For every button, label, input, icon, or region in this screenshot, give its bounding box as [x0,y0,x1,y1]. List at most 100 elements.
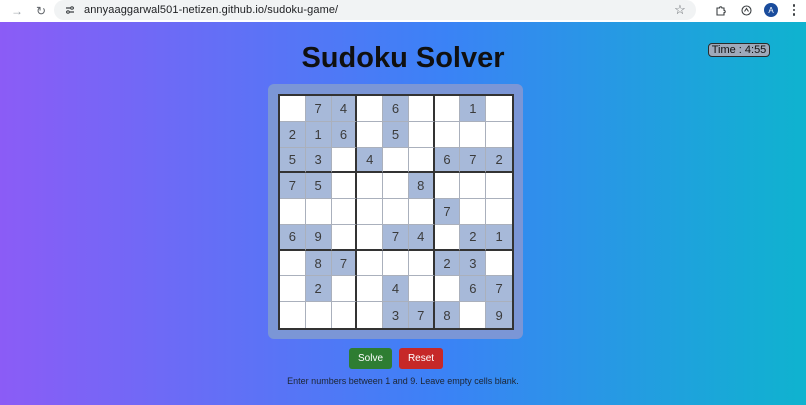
url-text[interactable]: annyaaggarwal501-netizen.github.io/sudok… [84,4,338,16]
instructions-text: Enter numbers between 1 and 9. Leave emp… [287,376,519,386]
sudoku-cell-r5-c7[interactable]: 7 [434,199,461,225]
sudoku-cell-r8-c8[interactable]: 6 [460,276,487,303]
sudoku-cell-r9-c5[interactable]: 3 [383,302,409,328]
sudoku-cell-r3-c4[interactable]: 4 [357,147,384,174]
reload-icon[interactable]: ↻ [32,2,50,20]
sudoku-cell-r2-c8[interactable] [460,121,487,148]
sudoku-cell-r9-c4[interactable] [357,302,384,328]
page-title: Sudoku Solver [301,42,505,74]
sudoku-cell-r6-c6[interactable]: 4 [408,224,435,251]
sudoku-cell-r3-c2[interactable]: 3 [305,147,332,174]
sudoku-cell-r7-c1[interactable] [280,250,306,277]
sudoku-cell-r6-c3[interactable] [331,224,358,251]
sudoku-cell-r8-c3[interactable] [331,276,358,303]
sudoku-cell-r3-c9[interactable]: 2 [486,147,512,174]
board-container: 746121655346727587697421872324673789 [268,84,523,339]
sudoku-cell-r9-c9[interactable]: 9 [486,302,512,328]
sudoku-cell-r9-c8[interactable] [460,302,487,328]
profile-avatar[interactable]: A [764,3,778,17]
sudoku-cell-r4-c9[interactable] [486,173,512,200]
sudoku-cell-r9-c6[interactable]: 7 [408,302,435,328]
sudoku-cell-r8-c2[interactable]: 2 [305,276,332,303]
sudoku-cell-r5-c1[interactable] [280,199,306,225]
sudoku-cell-r2-c4[interactable] [357,121,384,148]
site-settings-icon[interactable] [62,2,78,18]
sudoku-cell-r7-c6[interactable] [408,250,435,277]
sudoku-cell-r2-c3[interactable]: 6 [331,121,358,148]
sudoku-cell-r2-c1[interactable]: 2 [280,121,306,148]
sudoku-cell-r9-c1[interactable] [280,302,306,328]
sudoku-cell-r6-c1[interactable]: 6 [280,224,306,251]
sudoku-cell-r7-c9[interactable] [486,250,512,277]
browser-toolbar: → ↻ annyaaggarwal501-netizen.github.io/s… [0,0,806,22]
sudoku-cell-r1-c7[interactable] [434,96,461,122]
sudoku-cell-r3-c6[interactable] [408,147,435,174]
sudoku-cell-r7-c5[interactable] [383,250,409,277]
sudoku-cell-r3-c8[interactable]: 7 [460,147,487,174]
sudoku-cell-r2-c6[interactable] [408,121,435,148]
sudoku-cell-r4-c4[interactable] [357,173,384,200]
sudoku-cell-r4-c5[interactable] [383,173,409,200]
sudoku-cell-r5-c2[interactable] [305,199,332,225]
sudoku-cell-r2-c9[interactable] [486,121,512,148]
sudoku-cell-r4-c7[interactable] [434,173,461,200]
sudoku-cell-r8-c5[interactable]: 4 [383,276,409,303]
sudoku-cell-r3-c1[interactable]: 5 [280,147,306,174]
sudoku-cell-r6-c2[interactable]: 9 [305,224,332,251]
sudoku-cell-r6-c9[interactable]: 1 [486,224,512,251]
sudoku-cell-r5-c6[interactable] [408,199,435,225]
sudoku-cell-r4-c1[interactable]: 7 [280,173,306,200]
sudoku-cell-r3-c7[interactable]: 6 [434,147,461,174]
extensions-icon[interactable] [712,2,728,18]
sudoku-cell-r7-c3[interactable]: 7 [331,250,358,277]
sudoku-cell-r5-c8[interactable] [460,199,487,225]
sudoku-cell-r4-c2[interactable]: 5 [305,173,332,200]
sudoku-cell-r1-c6[interactable] [408,96,435,122]
sudoku-cell-r7-c7[interactable]: 2 [434,250,461,277]
sudoku-cell-r1-c5[interactable]: 6 [383,96,409,122]
sudoku-cell-r5-c4[interactable] [357,199,384,225]
chrome-labs-icon[interactable] [738,2,754,18]
sudoku-cell-r6-c7[interactable] [434,224,461,251]
back-arrow-icon[interactable]: → [8,2,26,20]
sudoku-cell-r5-c3[interactable] [331,199,358,225]
sudoku-cell-r9-c3[interactable] [331,302,358,328]
sudoku-cell-r3-c5[interactable] [383,147,409,174]
sudoku-cell-r4-c8[interactable] [460,173,487,200]
sudoku-board: 746121655346727587697421872324673789 [278,94,514,330]
kebab-menu-icon[interactable] [788,4,800,16]
sudoku-cell-r2-c7[interactable] [434,121,461,148]
sudoku-cell-r1-c2[interactable]: 7 [305,96,332,122]
sudoku-cell-r1-c1[interactable] [280,96,306,122]
sudoku-cell-r1-c8[interactable]: 1 [460,96,487,122]
sudoku-cell-r6-c4[interactable] [357,224,384,251]
sudoku-cell-r4-c3[interactable] [331,173,358,200]
sudoku-cell-r8-c6[interactable] [408,276,435,303]
sudoku-cell-r7-c2[interactable]: 8 [305,250,332,277]
sudoku-cell-r7-c8[interactable]: 3 [460,250,487,277]
sudoku-cell-r5-c5[interactable] [383,199,409,225]
sudoku-cell-r4-c6[interactable]: 8 [408,173,435,200]
sudoku-cell-r1-c4[interactable] [357,96,384,122]
sudoku-cell-r5-c9[interactable] [486,199,512,225]
sudoku-cell-r2-c5[interactable]: 5 [383,121,409,148]
bookmark-star-icon[interactable]: ☆ [672,2,688,18]
sudoku-cell-r1-c9[interactable] [486,96,512,122]
sudoku-cell-r1-c3[interactable]: 4 [331,96,358,122]
sudoku-cell-r9-c2[interactable] [305,302,332,328]
sudoku-cell-r7-c4[interactable] [357,250,384,277]
sudoku-cell-r8-c4[interactable] [357,276,384,303]
sudoku-cell-r9-c7[interactable]: 8 [434,302,461,328]
sudoku-cell-r6-c8[interactable]: 2 [460,224,487,251]
sudoku-cell-r8-c1[interactable] [280,276,306,303]
sudoku-cell-r8-c7[interactable] [434,276,461,303]
page-background: Sudoku Solver Time : 4:55 74612165534672… [0,22,806,405]
address-bar[interactable]: annyaaggarwal501-netizen.github.io/sudok… [54,0,696,20]
sudoku-cell-r2-c2[interactable]: 1 [305,121,332,148]
sudoku-cell-r3-c3[interactable] [331,147,358,174]
solve-button[interactable]: Solve [349,348,392,369]
sudoku-cell-r8-c9[interactable]: 7 [486,276,512,303]
timer-display: Time : 4:55 [708,43,770,57]
sudoku-cell-r6-c5[interactable]: 7 [383,224,409,251]
reset-button[interactable]: Reset [399,348,443,369]
